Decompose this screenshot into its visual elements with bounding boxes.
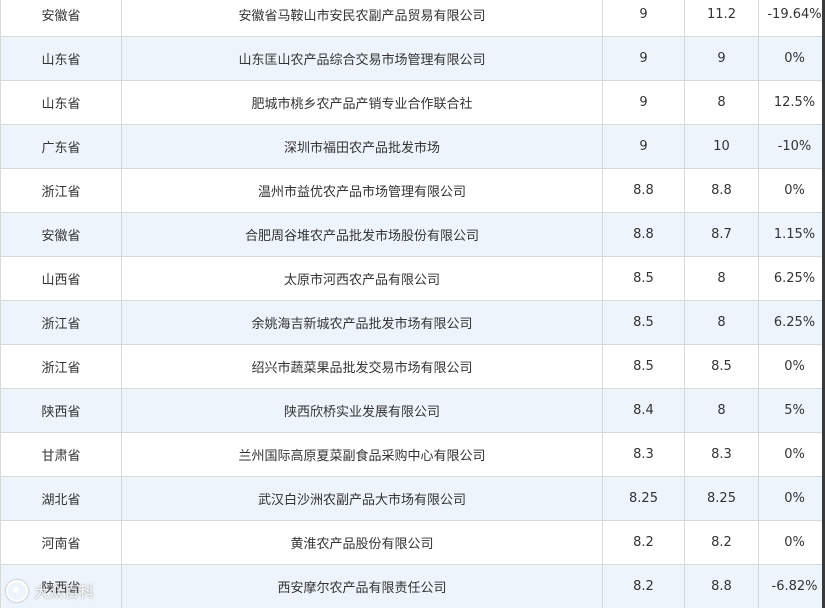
table-row: 安徽省 安徽省马鞍山市安民农副产品贸易有限公司 9 11.2 -19.64% <box>0 0 825 37</box>
market-name-cell: 陕西欣桥实业发展有限公司 <box>121 388 603 433</box>
price-prev-cell: 8 <box>684 256 759 301</box>
price-prev-cell: 8.8 <box>684 168 759 213</box>
market-name-cell: 肥城市桃乡农产品产销专业合作联合社 <box>121 80 603 125</box>
province-cell: 浙江省 <box>0 344 122 389</box>
price-change-cell: 0% <box>758 520 825 565</box>
table-row: 河南省 黄淮农产品股份有限公司 8.2 8.2 0% <box>0 520 825 565</box>
market-name-cell: 余姚海吉新城农产品批发市场有限公司 <box>121 300 603 345</box>
market-name-cell: 西安摩尔农产品有限责任公司 <box>121 564 603 608</box>
price-change-cell: -10% <box>758 124 825 169</box>
price-change-cell: 5% <box>758 388 825 433</box>
price-change-cell: 6.25% <box>758 256 825 301</box>
price-today-cell: 8.5 <box>602 256 685 301</box>
province-cell: 安徽省 <box>0 0 122 37</box>
price-prev-cell: 8.8 <box>684 564 759 608</box>
market-name-cell: 温州市益优农产品市场管理有限公司 <box>121 168 603 213</box>
price-today-cell: 8.2 <box>602 520 685 565</box>
price-change-cell: 0% <box>758 344 825 389</box>
price-table-container: 安徽省 安徽省马鞍山市安民农副产品贸易有限公司 9 11.2 -19.64% 山东省 山东匡… <box>0 0 825 608</box>
market-name-cell: 黄淮农产品股份有限公司 <box>121 520 603 565</box>
price-change-cell: 0% <box>758 168 825 213</box>
price-today-cell: 8.25 <box>602 476 685 521</box>
province-cell: 浙江省 <box>0 168 122 213</box>
market-name-cell: 太原市河西农产品有限公司 <box>121 256 603 301</box>
price-prev-cell: 8.5 <box>684 344 759 389</box>
table-row: 山东省 山东匡山农产品综合交易市场管理有限公司 9 9 0% <box>0 36 825 81</box>
price-prev-cell: 8.2 <box>684 520 759 565</box>
price-change-cell: -19.64% <box>758 0 825 37</box>
market-name-cell: 合肥周谷堆农产品批发市场股份有限公司 <box>121 212 603 257</box>
price-change-cell: 0% <box>758 36 825 81</box>
price-prev-cell: 9 <box>684 36 759 81</box>
province-cell: 山西省 <box>0 256 122 301</box>
price-today-cell: 9 <box>602 36 685 81</box>
province-cell: 广东省 <box>0 124 122 169</box>
price-prev-cell: 8.3 <box>684 432 759 477</box>
price-prev-cell: 8.7 <box>684 212 759 257</box>
table-row: 山西省 太原市河西农产品有限公司 8.5 8 6.25% <box>0 256 825 301</box>
table-row: 湖北省 武汉白沙洲农副产品大市场有限公司 8.25 8.25 0% <box>0 476 825 521</box>
table-row: 安徽省 合肥周谷堆农产品批发市场股份有限公司 8.8 8.7 1.15% <box>0 212 825 257</box>
market-name-cell: 兰州国际高原夏菜副食品采购中心有限公司 <box>121 432 603 477</box>
price-change-cell: 1.15% <box>758 212 825 257</box>
province-cell: 山东省 <box>0 36 122 81</box>
table-row: 浙江省 温州市益优农产品市场管理有限公司 8.8 8.8 0% <box>0 168 825 213</box>
province-cell: 山东省 <box>0 80 122 125</box>
price-today-cell: 8.5 <box>602 300 685 345</box>
province-cell: 陕西省 <box>0 388 122 433</box>
price-table-body: 安徽省 安徽省马鞍山市安民农副产品贸易有限公司 9 11.2 -19.64% 山东省 山东匡… <box>0 0 825 608</box>
price-change-cell: 0% <box>758 432 825 477</box>
price-today-cell: 8.5 <box>602 344 685 389</box>
market-name-cell: 绍兴市蔬菜果品批发交易市场有限公司 <box>121 344 603 389</box>
price-change-cell: 0% <box>758 476 825 521</box>
price-today-cell: 8.2 <box>602 564 685 608</box>
price-prev-cell: 11.2 <box>684 0 759 37</box>
price-change-cell: -6.82% <box>758 564 825 608</box>
province-cell: 陕西省 <box>0 564 122 608</box>
table-row: 广东省 深圳市福田农产品批发市场 9 10 -10% <box>0 124 825 169</box>
province-cell: 浙江省 <box>0 300 122 345</box>
province-cell: 安徽省 <box>0 212 122 257</box>
province-cell: 河南省 <box>0 520 122 565</box>
market-name-cell: 深圳市福田农产品批发市场 <box>121 124 603 169</box>
price-change-cell: 6.25% <box>758 300 825 345</box>
table-row: 浙江省 绍兴市蔬菜果品批发交易市场有限公司 8.5 8.5 0% <box>0 344 825 389</box>
table-row: 陕西省 陕西欣桥实业发展有限公司 8.4 8 5% <box>0 388 825 433</box>
price-today-cell: 9 <box>602 80 685 125</box>
price-today-cell: 8.8 <box>602 212 685 257</box>
table-row: 山东省 肥城市桃乡农产品产销专业合作联合社 9 8 12.5% <box>0 80 825 125</box>
price-prev-cell: 10 <box>684 124 759 169</box>
market-price-table: 安徽省 安徽省马鞍山市安民农副产品贸易有限公司 9 11.2 -19.64% 山东省 山东匡… <box>0 0 825 608</box>
market-name-cell: 武汉白沙洲农副产品大市场有限公司 <box>121 476 603 521</box>
price-today-cell: 9 <box>602 124 685 169</box>
province-cell: 甘肃省 <box>0 432 122 477</box>
market-name-cell: 山东匡山农产品综合交易市场管理有限公司 <box>121 36 603 81</box>
price-prev-cell: 8.25 <box>684 476 759 521</box>
price-prev-cell: 8 <box>684 80 759 125</box>
price-today-cell: 8.8 <box>602 168 685 213</box>
price-today-cell: 9 <box>602 0 685 37</box>
price-prev-cell: 8 <box>684 388 759 433</box>
province-cell: 湖北省 <box>0 476 122 521</box>
market-name-cell: 安徽省马鞍山市安民农副产品贸易有限公司 <box>121 0 603 37</box>
price-prev-cell: 8 <box>684 300 759 345</box>
table-row: 甘肃省 兰州国际高原夏菜副食品采购中心有限公司 8.3 8.3 0% <box>0 432 825 477</box>
table-row: 浙江省 余姚海吉新城农产品批发市场有限公司 8.5 8 6.25% <box>0 300 825 345</box>
price-today-cell: 8.4 <box>602 388 685 433</box>
price-today-cell: 8.3 <box>602 432 685 477</box>
table-row: 陕西省 西安摩尔农产品有限责任公司 8.2 8.8 -6.82% <box>0 564 825 608</box>
price-change-cell: 12.5% <box>758 80 825 125</box>
